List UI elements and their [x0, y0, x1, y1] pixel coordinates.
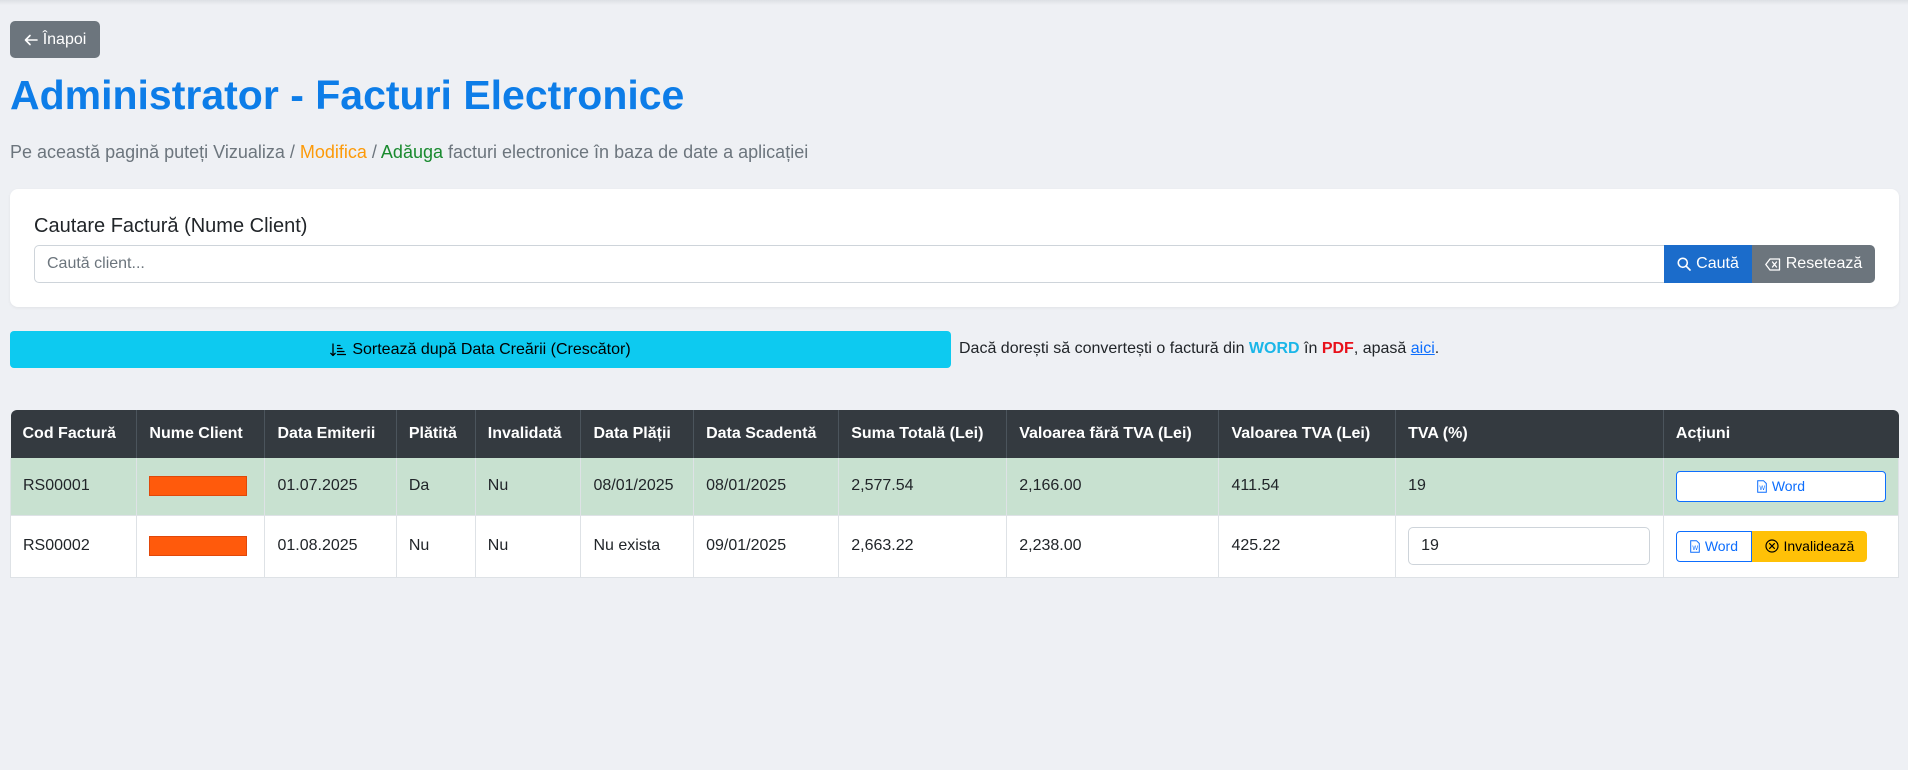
redacted-client-name	[149, 476, 248, 497]
page-title: Administrator - Facturi Electronice	[10, 72, 685, 118]
amount-without-vat: 2,238.00	[1006, 515, 1220, 578]
column-header: Nume Client	[136, 410, 266, 458]
column-header: Data Plății	[580, 410, 695, 458]
word-file-icon: W	[1757, 479, 1767, 493]
invoices-table: Cod Factură Nume Client Data Emiterii Pl…	[9, 410, 1900, 578]
total-amount: 2,577.54	[838, 458, 1008, 516]
table-row: RS00002 01.08.2025 Nu Nu Nu exista 09/01…	[9, 515, 1900, 578]
reset-button[interactable]: Resetează	[1752, 245, 1875, 283]
issue-date: 01.08.2025	[264, 515, 397, 578]
amount-without-vat: 2,166.00	[1006, 458, 1220, 516]
page-subtitle: Pe această pagină puteți Vizualiza / Mod…	[10, 142, 808, 163]
reset-button-label: Resetează	[1785, 255, 1863, 272]
column-header: Suma Totală (Lei)	[838, 410, 1008, 458]
column-header: Valoarea TVA (Lei)	[1218, 410, 1397, 458]
actions-cell: W Word Invalidează	[1663, 515, 1900, 578]
back-button-label: Înapoi	[42, 30, 87, 48]
word-button[interactable]: W Word	[1675, 470, 1886, 502]
subtitle-add: Adăuga	[380, 142, 443, 162]
subtitle-modify: Modifica	[299, 142, 367, 162]
convert-note-pdf: PDF	[1321, 340, 1354, 357]
search-button-label: Caută	[1696, 255, 1739, 272]
convert-note-word: WORD	[1248, 340, 1300, 357]
column-header: Valoarea fără TVA (Lei)	[1006, 410, 1220, 458]
svg-text:W: W	[1692, 545, 1698, 552]
issue-date: 01.07.2025	[264, 458, 397, 516]
arrow-left-icon	[24, 34, 38, 46]
actions-cell: W Word	[1663, 458, 1900, 516]
search-button[interactable]: Caută	[1664, 245, 1752, 283]
invoice-code: RS00001	[9, 458, 138, 516]
vat-percent-cell	[1395, 515, 1664, 578]
vat-amount: 425.22	[1218, 515, 1397, 578]
search-group: Caută Resetează	[34, 245, 1875, 283]
sort-ascending-icon	[330, 342, 347, 357]
column-header: Plătită	[396, 410, 476, 458]
word-button[interactable]: W Word	[1675, 530, 1752, 562]
convert-note-end: .	[1434, 340, 1440, 357]
due-date: 09/01/2025	[693, 515, 840, 578]
search-label: Cautare Factură (Nume Client)	[34, 215, 308, 237]
total-amount: 2,663.22	[838, 515, 1008, 578]
invalidated-status: Nu	[475, 458, 582, 516]
sort-button[interactable]: Sortează după Data Creării (Crescător)	[10, 331, 951, 368]
due-date: 08/01/2025	[693, 458, 840, 516]
invalidated-status: Nu	[475, 515, 582, 578]
word-button-label: Word	[1771, 478, 1806, 495]
invoices-table-wrapper: Cod Factură Nume Client Data Emiterii Pl…	[9, 410, 1900, 578]
payment-date: 08/01/2025	[580, 458, 695, 516]
search-icon	[1677, 257, 1691, 271]
vat-percent-input[interactable]	[1408, 527, 1651, 565]
invalidate-button[interactable]: Invalidează	[1751, 530, 1867, 562]
convert-note: Dacă dorești să convertești o factură di…	[959, 340, 1439, 358]
back-button[interactable]: Înapoi	[10, 21, 100, 58]
column-header: Invalidată	[475, 410, 582, 458]
paid-status: Nu	[396, 515, 476, 578]
column-header: Data Scadentă	[693, 410, 840, 458]
paid-status: Da	[396, 458, 476, 516]
word-button-label: Word	[1704, 538, 1739, 554]
x-circle-icon	[1764, 539, 1779, 553]
convert-note-suffix: , apasă	[1353, 340, 1411, 357]
client-name-cell	[136, 458, 266, 516]
column-header: Data Emiterii	[264, 410, 397, 458]
top-shadow	[0, 0, 1908, 5]
word-file-icon: W	[1690, 539, 1700, 553]
column-header: Acțiuni	[1675, 425, 1731, 442]
column-header: TVA (%)	[1395, 410, 1664, 458]
subtitle-prefix: Pe această pagină puteți Vizualiza /	[10, 142, 300, 162]
payment-date: Nu exista	[580, 515, 695, 578]
subtitle-separator: /	[366, 142, 381, 162]
search-input[interactable]	[34, 245, 1664, 283]
svg-text:W: W	[1759, 485, 1765, 492]
vat-percent: 19	[1395, 458, 1664, 516]
invalidate-button-label: Invalidează	[1783, 538, 1855, 554]
table-header-row: Cod Factură Nume Client Data Emiterii Pl…	[10, 410, 1899, 458]
table-row: RS00001 01.07.2025 Da Nu 08/01/2025 08/0…	[9, 458, 1900, 516]
convert-note-mid: în	[1299, 340, 1322, 357]
vat-amount: 411.54	[1218, 458, 1397, 516]
actions-button-group: W Word Invalidează	[1675, 530, 1886, 562]
sort-button-label: Sortează după Data Creării (Crescător)	[352, 340, 631, 358]
redacted-client-name	[149, 536, 248, 556]
column-header: Cod Factură	[10, 410, 138, 458]
subtitle-suffix: facturi electronice în baza de date a ap…	[442, 142, 809, 162]
client-name-cell	[136, 515, 266, 578]
convert-link[interactable]: aici	[1411, 340, 1435, 357]
convert-note-prefix: Dacă dorești să convertești o factură di…	[959, 340, 1249, 357]
backspace-icon	[1764, 257, 1781, 271]
search-card: Cautare Factură (Nume Client) Caută Rese…	[10, 189, 1899, 307]
invoice-code: RS00002	[9, 515, 138, 578]
